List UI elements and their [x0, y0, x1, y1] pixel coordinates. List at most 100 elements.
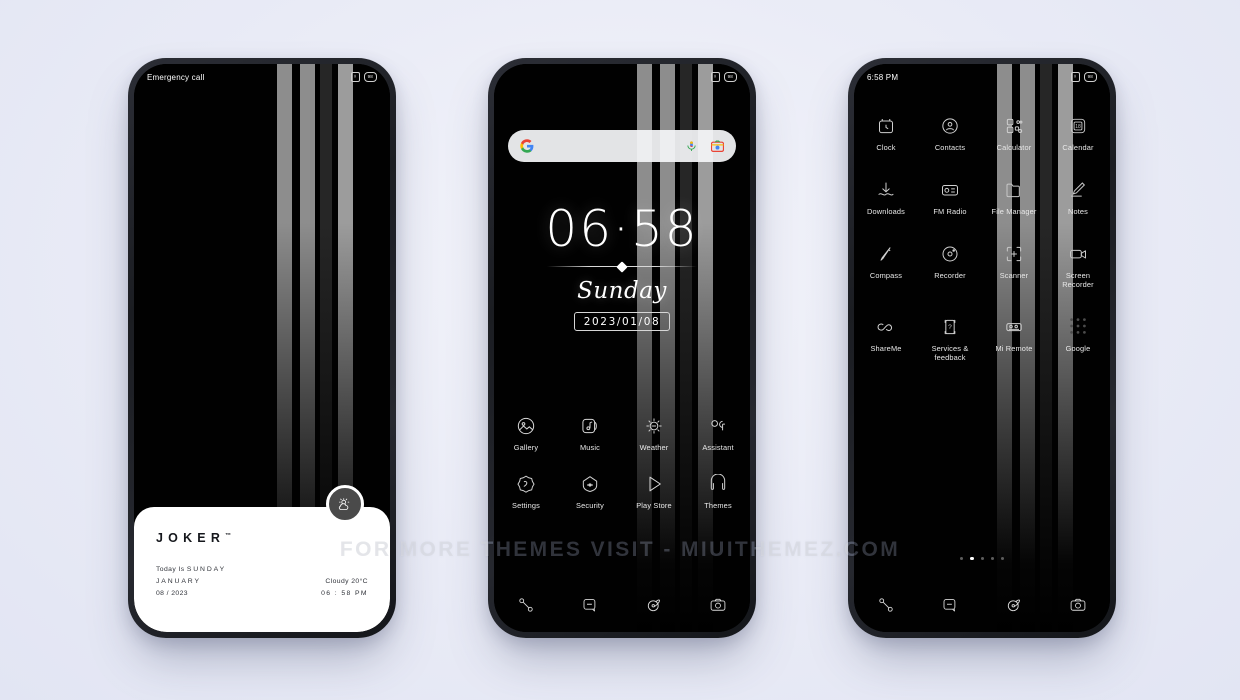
- clock-time: 06·58: [545, 200, 699, 258]
- app-settings[interactable]: Settings: [494, 470, 558, 510]
- app-label: Compass: [869, 271, 903, 280]
- app-label: Security: [576, 501, 604, 510]
- screen-lockscreen: Emergency call ☓ 98 JOKER™ Today Is SUND…: [134, 64, 390, 632]
- app-clock[interactable]: Clock: [854, 112, 918, 152]
- app-calendar[interactable]: 18 Calendar: [1046, 112, 1110, 152]
- app-music[interactable]: Music: [558, 412, 622, 452]
- page-dot[interactable]: [960, 556, 964, 560]
- camera-icon: [710, 598, 726, 611]
- clock-date: 2023/01/08: [573, 312, 671, 331]
- calendar-icon: 18: [1068, 112, 1088, 136]
- shareme-icon: [875, 313, 897, 337]
- app-compass[interactable]: Compass: [854, 240, 918, 289]
- app-downloads[interactable]: Downloads: [854, 176, 918, 216]
- dock-messages[interactable]: [558, 596, 622, 614]
- status-bar-right: ☓ 98: [350, 72, 377, 82]
- battery-icon: 98: [723, 72, 737, 82]
- file-manager-icon: [1004, 176, 1024, 200]
- dock-browser[interactable]: [622, 596, 686, 614]
- app-label: Recorder: [934, 271, 966, 280]
- dock-camera[interactable]: [1046, 596, 1110, 614]
- dock-camera[interactable]: [686, 596, 750, 614]
- page-dot[interactable]: [1000, 556, 1004, 560]
- page-dot[interactable]: [980, 556, 984, 560]
- status-bar-right: ☓ 98: [710, 72, 737, 82]
- app-label: FM Radio: [933, 207, 967, 216]
- app-security[interactable]: Security: [558, 470, 622, 510]
- calculator-icon: [1004, 112, 1024, 136]
- app-calculator[interactable]: Calculator: [982, 112, 1046, 152]
- trademark-mark: ™: [225, 532, 232, 539]
- app-gallery[interactable]: Gallery: [494, 412, 558, 452]
- google-lens-icon[interactable]: [711, 139, 724, 153]
- phone-app-drawer: 6:58 PM ☓ 98 Clock Contacts Calculator 1…: [848, 58, 1116, 638]
- battery-icon: 98: [1083, 72, 1097, 82]
- dock-messages[interactable]: [918, 596, 982, 614]
- messages-icon: [583, 598, 596, 612]
- clock-icon: [876, 112, 896, 136]
- app-assistant[interactable]: Assistant: [686, 412, 750, 452]
- sun-cloud-icon: [338, 497, 353, 511]
- page-dot-active[interactable]: [970, 556, 974, 560]
- phone-lockscreen: Emergency call ☓ 98 JOKER™ Today Is SUND…: [128, 58, 396, 638]
- app-screen-recorder[interactable]: Screen Recorder: [1046, 240, 1110, 289]
- app-label: Gallery: [513, 443, 539, 452]
- app-shareme[interactable]: ShareMe: [854, 313, 918, 362]
- weather-button[interactable]: [326, 485, 364, 523]
- emergency-call-label[interactable]: Emergency call: [147, 73, 205, 82]
- settings-icon: [516, 470, 536, 494]
- app-fm-radio[interactable]: FM Radio: [918, 176, 982, 216]
- app-label: ShareMe: [870, 344, 902, 353]
- page-dot[interactable]: [990, 556, 994, 560]
- app-label: File Manager: [991, 207, 1037, 216]
- search-actions: [686, 139, 724, 153]
- dock: [854, 596, 1110, 614]
- weather-label: Cloudy 20°C: [325, 578, 368, 585]
- weather-icon: [644, 412, 664, 436]
- messages-icon: [943, 598, 956, 612]
- page-indicator[interactable]: [854, 556, 1110, 560]
- dock: [494, 596, 750, 614]
- app-mi-remote[interactable]: Mi Remote: [982, 313, 1046, 362]
- phone-icon: [879, 598, 893, 612]
- app-label: Themes: [704, 501, 732, 510]
- phone-homescreen: ☓ 98 06·58 Sunday 2023/01/08 Gallery Mus…: [488, 58, 756, 638]
- app-contacts[interactable]: Contacts: [918, 112, 982, 152]
- music-icon: [580, 412, 600, 436]
- themes-icon: [708, 470, 728, 494]
- month-label: JANUARY: [156, 578, 201, 585]
- microphone-icon[interactable]: [686, 139, 697, 153]
- dock-browser[interactable]: [982, 596, 1046, 614]
- scanner-icon: [1004, 240, 1024, 264]
- app-scanner[interactable]: Scanner: [982, 240, 1046, 289]
- clock-widget[interactable]: 06·58 Sunday 2023/01/08: [494, 204, 750, 331]
- app-label: Contacts: [934, 143, 966, 152]
- app-file-manager[interactable]: File Manager: [982, 176, 1046, 216]
- battery-icon: 98: [363, 72, 377, 82]
- card-right-column: Cloudy 20°C 06 : 58 PM: [321, 576, 368, 600]
- app-label: Clock: [876, 143, 896, 152]
- app-play-store[interactable]: Play Store: [622, 470, 686, 510]
- app-services-feedback[interactable]: ? Services & feedback: [918, 313, 982, 362]
- app-themes[interactable]: Themes: [686, 470, 750, 510]
- today-value: SUNDAY: [186, 566, 227, 573]
- downloads-icon: [876, 176, 896, 200]
- status-bar: 6:58 PM ☓ 98: [854, 64, 1110, 90]
- dock-phone[interactable]: [494, 596, 558, 614]
- browser-icon: [647, 599, 661, 612]
- app-recorder[interactable]: Recorder: [918, 240, 982, 289]
- app-google-folder[interactable]: Google: [1046, 313, 1110, 362]
- clock-divider: [547, 260, 697, 274]
- dock-phone[interactable]: [854, 596, 918, 614]
- screen-app-drawer: 6:58 PM ☓ 98 Clock Contacts Calculator 1…: [854, 64, 1110, 632]
- app-notes[interactable]: Notes: [1046, 176, 1110, 216]
- google-search-bar[interactable]: [508, 130, 736, 162]
- mi-remote-icon: [1004, 313, 1024, 337]
- app-weather[interactable]: Weather: [622, 412, 686, 452]
- services-feedback-icon: ?: [940, 313, 960, 337]
- app-label: Google: [1065, 344, 1091, 353]
- app-label: Settings: [512, 501, 540, 510]
- search-input[interactable]: [534, 141, 686, 151]
- time-label: 06 : 58 PM: [321, 590, 368, 597]
- card-left-column: Today Is SUNDAY JANUARY 08 / 2023: [156, 564, 226, 600]
